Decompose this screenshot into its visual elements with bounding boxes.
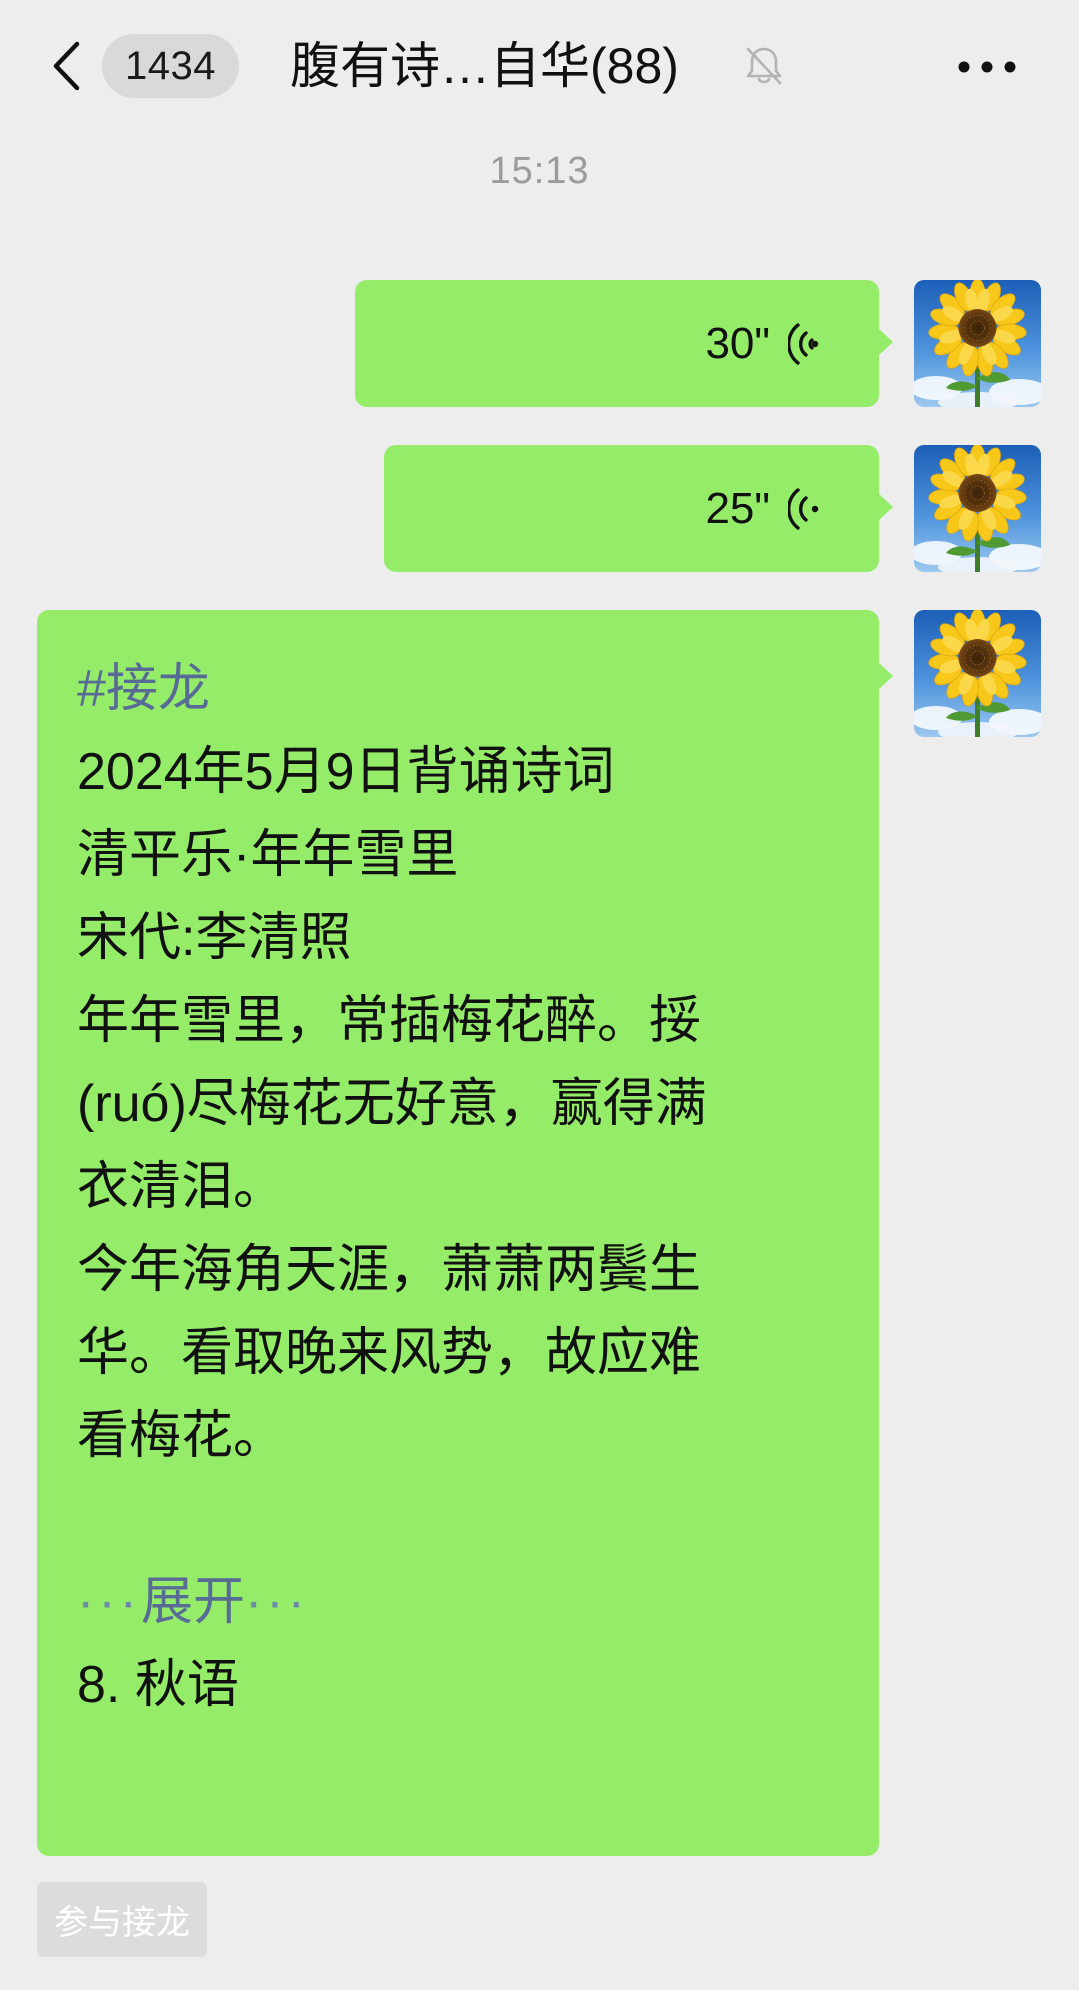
more-options-button[interactable]: [952, 40, 1022, 94]
voice-message-content: 25": [705, 445, 824, 572]
back-button[interactable]: [42, 34, 90, 98]
voice-wave-icon: [788, 322, 819, 365]
message-line: 年年雪里，常插梅花醉。挼: [77, 992, 702, 1050]
user-avatar[interactable]: [914, 280, 1041, 407]
user-avatar[interactable]: [914, 445, 1041, 572]
unread-count-badge[interactable]: 1434: [102, 34, 239, 98]
sunflower-avatar-icon: [914, 610, 1041, 737]
expand-label: 展开: [140, 1573, 245, 1631]
chat-header: 1434 腹有诗…自华(88): [0, 0, 1079, 132]
expand-dots: ···: [77, 1573, 141, 1631]
message-line: 华。看取晚来风势，故应难: [77, 1324, 702, 1382]
user-avatar[interactable]: [914, 610, 1041, 737]
sunflower-avatar-icon: [914, 445, 1041, 572]
bell-off-icon: [746, 47, 782, 85]
sunflower-avatar-icon: [914, 280, 1041, 407]
message-line: 清平乐·年年雪里: [77, 826, 459, 884]
voice-message-bubble[interactable]: 25": [384, 445, 893, 572]
message-line: 看梅花。: [77, 1407, 286, 1465]
voice-duration: 30": [705, 318, 770, 368]
chat-title[interactable]: 腹有诗…自华(88): [290, 30, 679, 102]
message-line: 衣清泪。: [77, 1158, 286, 1216]
expand-link[interactable]: ···展开···: [77, 1561, 857, 1644]
message-timestamp: 15:13: [489, 150, 590, 192]
chevron-left-icon: [53, 41, 80, 91]
voice-message-bubble[interactable]: 30": [355, 280, 893, 407]
text-message-bubble[interactable]: #接龙 2024年5月9日背诵诗词 清平乐·年年雪里 宋代:李清照 年年雪里，常…: [37, 610, 893, 1856]
hashtag-link[interactable]: #接龙: [77, 648, 857, 731]
message-line: (ruó)尽梅花无好意，赢得满: [77, 1075, 707, 1133]
message-line: 今年海角天涯，萧萧两鬓生: [77, 1241, 702, 1299]
voice-wave-icon: [788, 487, 819, 530]
join-jielong-button[interactable]: 参与接龙: [37, 1882, 207, 1957]
expand-dots: ···: [244, 1573, 309, 1631]
message-line: 2024年5月9日背诵诗词: [77, 743, 615, 801]
more-horizontal-icon: [958, 61, 1016, 73]
voice-duration: 25": [705, 483, 770, 533]
message-line: 宋代:李清照: [77, 909, 352, 967]
voice-message-content: 30": [705, 280, 824, 407]
message-text: #接龙 2024年5月9日背诵诗词 清平乐·年年雪里 宋代:李清照 年年雪里，常…: [77, 648, 857, 1727]
message-line: 8. 秋语: [77, 1656, 239, 1714]
